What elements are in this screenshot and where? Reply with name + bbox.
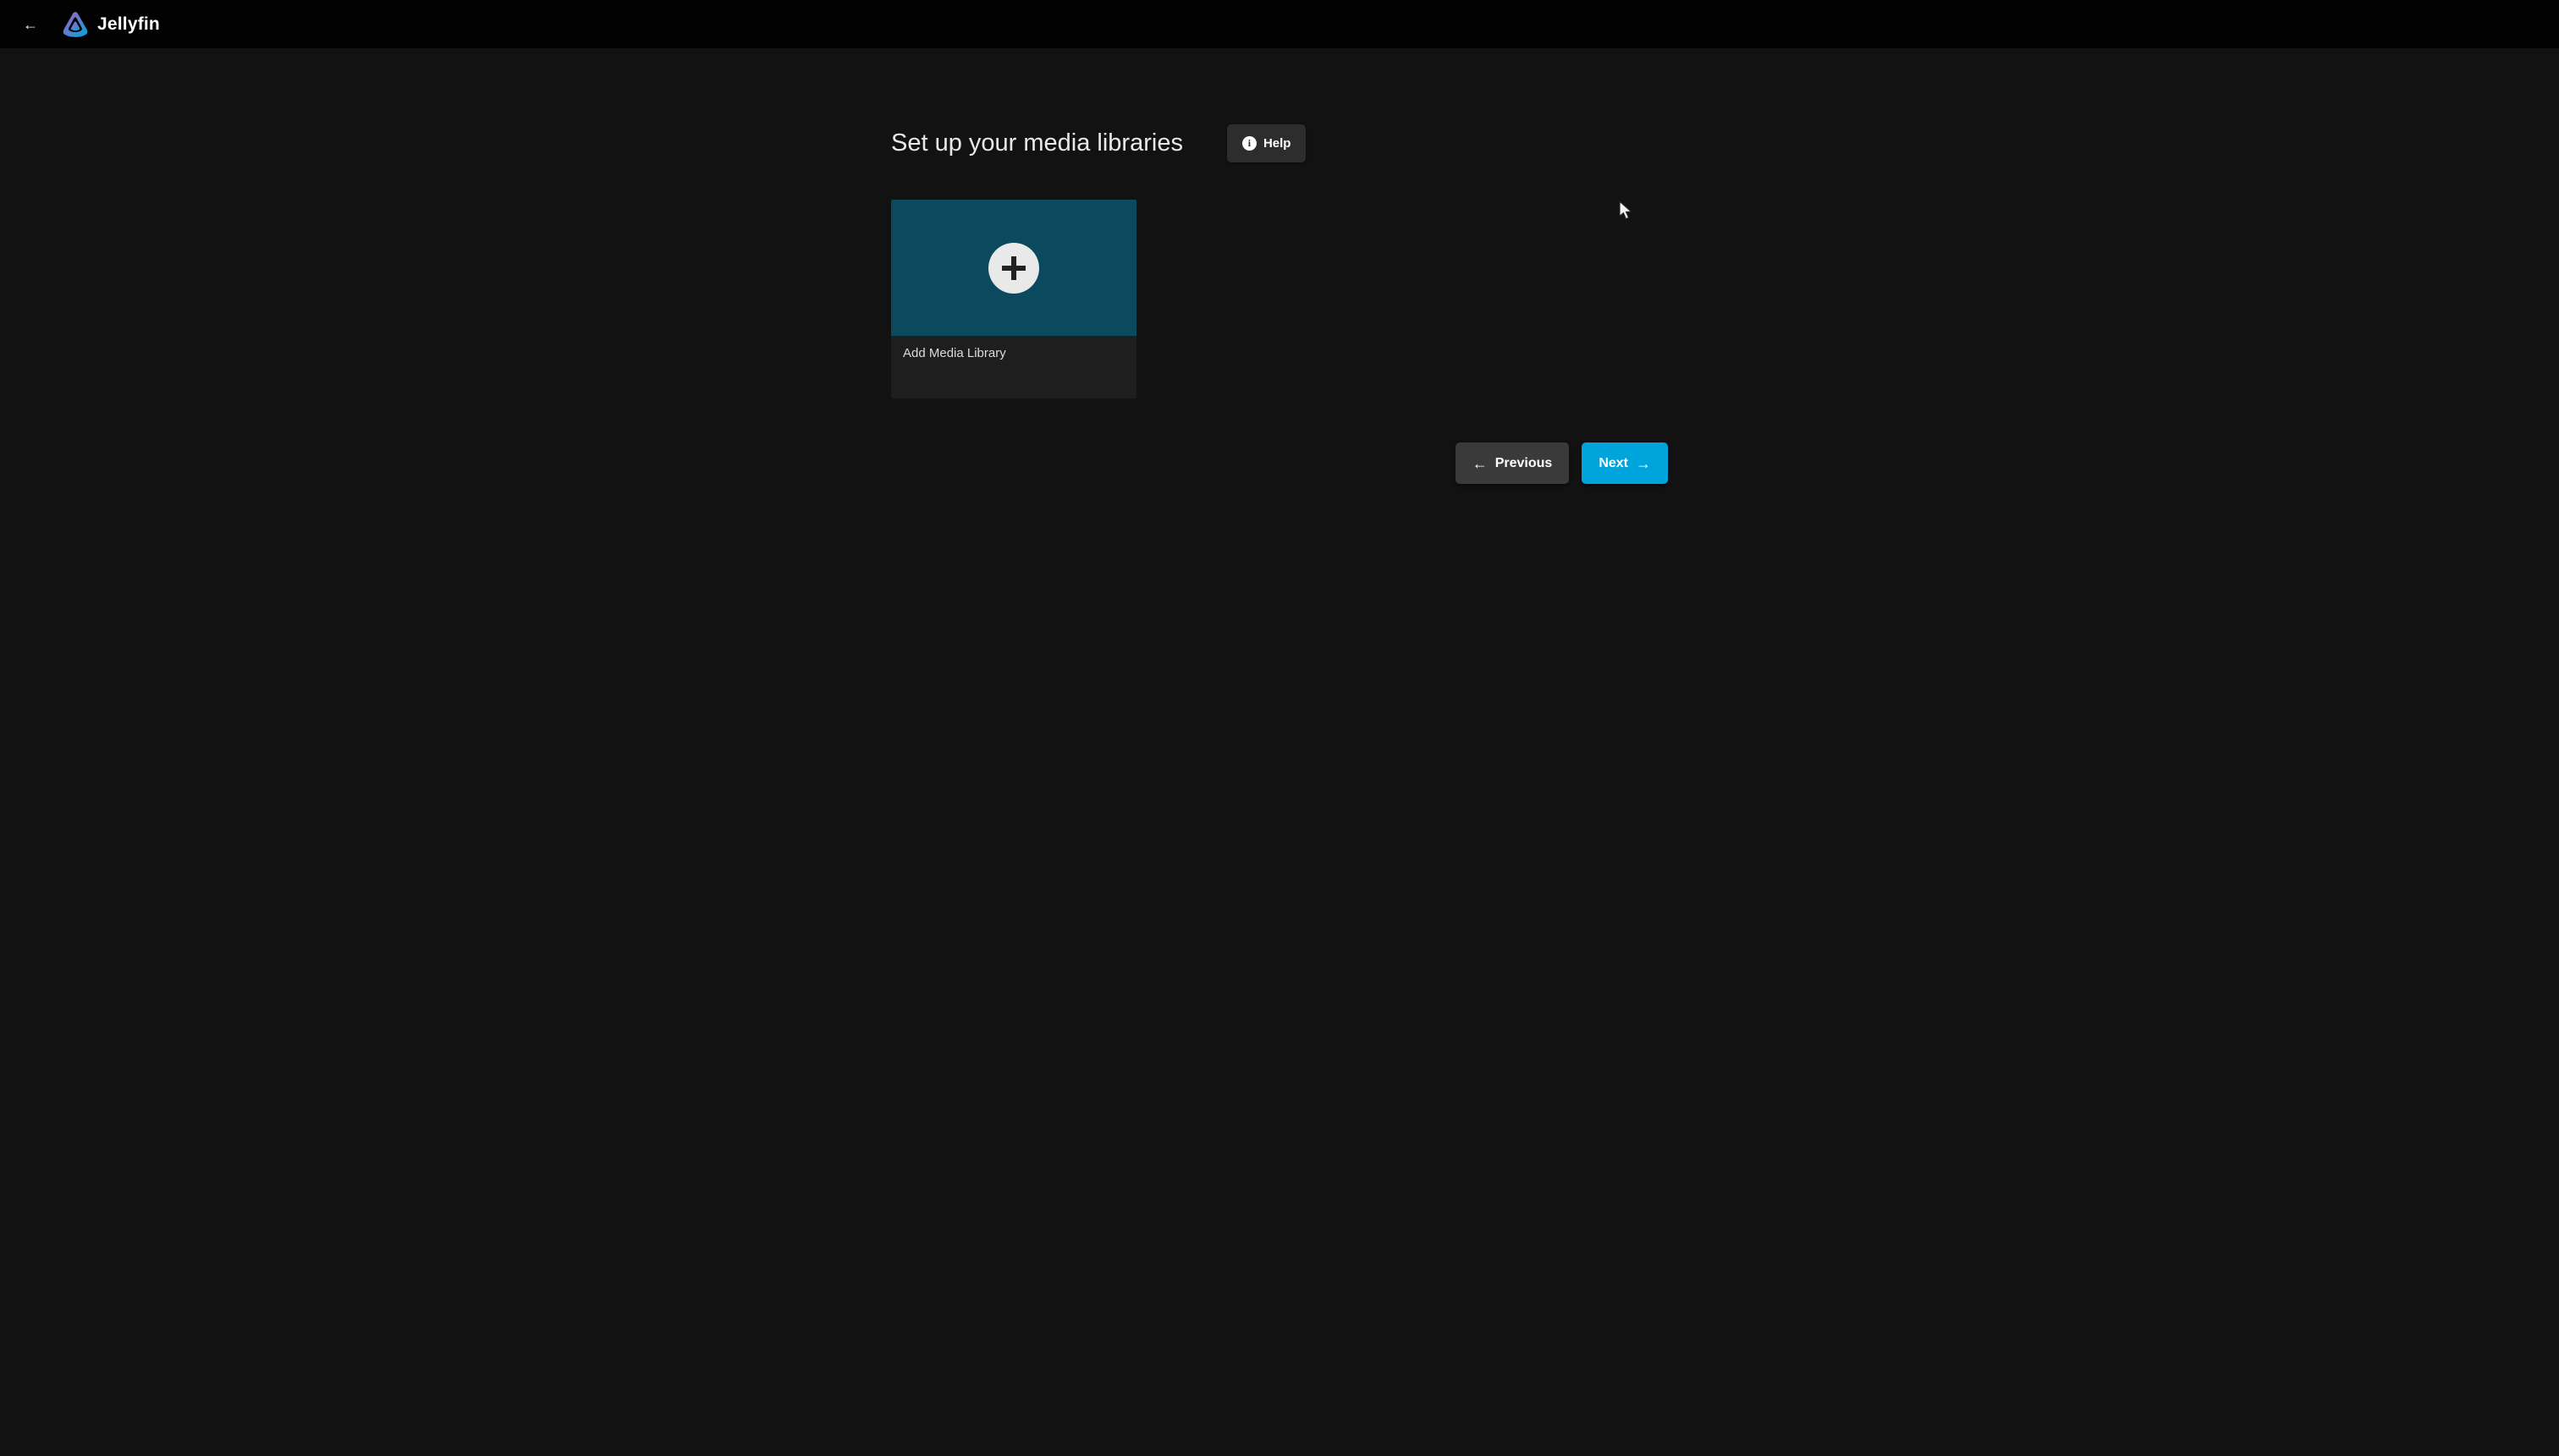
add-media-library-card-footer: Add Media Library — [891, 336, 1136, 398]
app-logo: Jellyfin — [61, 10, 160, 39]
next-button-label: Next — [1599, 456, 1628, 471]
jellyfin-logo-icon — [61, 10, 90, 39]
wizard-footer-buttons: ← Previous Next → — [891, 442, 1668, 484]
help-button-label: Help — [1263, 136, 1291, 151]
title-row: Set up your media libraries i Help — [891, 124, 1668, 162]
wizard-page: Set up your media libraries i Help Add M… — [0, 48, 2559, 484]
back-button[interactable]: ← — [12, 6, 49, 43]
arrow-left-icon: ← — [23, 17, 38, 32]
add-media-library-card[interactable]: Add Media Library — [891, 200, 1136, 398]
help-button[interactable]: i Help — [1227, 124, 1307, 162]
app-name: Jellyfin — [97, 14, 160, 35]
previous-button[interactable]: ← Previous — [1456, 442, 1570, 484]
add-media-library-label: Add Media Library — [903, 346, 1006, 360]
previous-button-label: Previous — [1495, 456, 1553, 471]
arrow-right-icon: → — [1636, 456, 1651, 471]
add-media-library-card-image — [891, 200, 1136, 336]
plus-icon — [988, 243, 1039, 294]
info-icon-glyph: i — [1248, 137, 1251, 150]
info-icon: i — [1242, 136, 1257, 151]
next-button[interactable]: Next → — [1582, 442, 1668, 484]
page-title: Set up your media libraries — [891, 129, 1183, 157]
app-header: ← Jellyfin — [0, 0, 2559, 48]
arrow-left-icon: ← — [1472, 456, 1488, 471]
